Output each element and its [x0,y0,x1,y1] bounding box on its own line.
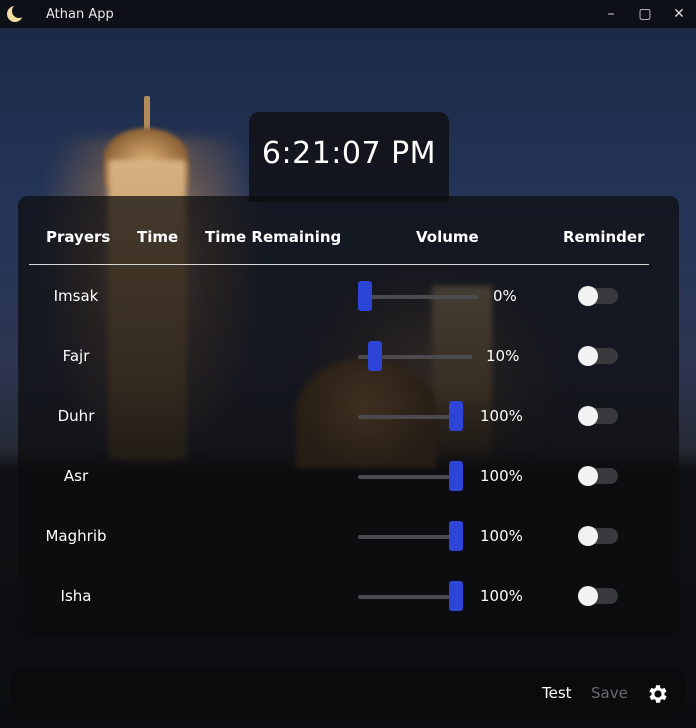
header-prayers: Prayers [46,228,111,246]
save-button[interactable]: Save [591,684,628,702]
gear-icon[interactable] [646,682,670,706]
volume-slider-thumb[interactable] [449,581,463,611]
window-controls: – ▢ ✕ [594,0,696,28]
reminder-toggle[interactable] [578,466,618,486]
prayer-name: Imsak [53,287,99,305]
footer-bar: Test Save [10,668,686,720]
header-divider [29,264,649,265]
volume-slider-thumb[interactable] [449,521,463,551]
current-time: 6:21:07 PM [261,136,437,171]
volume-percent: 0% [493,287,517,305]
clock-display: 6:21:07 PM [249,112,449,202]
close-button[interactable]: ✕ [662,0,696,28]
volume-slider-track[interactable] [358,535,463,539]
maximize-button[interactable]: ▢ [628,0,662,28]
header-reminder: Reminder [563,228,645,246]
reminder-toggle[interactable] [578,286,618,306]
volume-slider-track[interactable] [358,415,463,419]
volume-slider-track[interactable] [358,475,463,479]
volume-percent: 100% [480,467,523,485]
volume-slider-track[interactable] [358,595,463,599]
reminder-toggle[interactable] [578,586,618,606]
volume-slider-track[interactable] [358,295,478,299]
prayer-row: Imsak 0% [18,276,679,316]
volume-slider-thumb[interactable] [449,461,463,491]
prayer-row: Maghrib 100% [18,516,679,556]
crescent-moon-icon [6,4,26,23]
window-title: Athan App [46,6,114,22]
prayer-row: Asr 100% [18,456,679,496]
reminder-toggle[interactable] [578,406,618,426]
toggle-knob [578,526,598,546]
volume-slider-thumb[interactable] [358,281,372,311]
toggle-knob [578,346,598,366]
prayer-name: Isha [60,587,92,605]
prayer-row: Fajr 10% [18,336,679,376]
minimize-button[interactable]: – [594,0,628,28]
toggle-knob [578,466,598,486]
test-button[interactable]: Test [542,684,572,702]
prayer-name: Maghrib [45,527,107,545]
reminder-toggle[interactable] [578,346,618,366]
title-bar: Athan App – ▢ ✕ [0,0,696,28]
volume-slider-thumb[interactable] [368,341,382,371]
volume-percent: 100% [480,587,523,605]
toggle-knob [578,586,598,606]
prayer-name: Fajr [62,347,90,365]
prayer-table: Prayers Time Time Remaining Volume Remin… [18,196,679,636]
prayer-name: Duhr [57,407,95,425]
volume-percent: 100% [480,407,523,425]
toggle-knob [578,286,598,306]
prayer-row: Duhr 100% [18,396,679,436]
header-volume: Volume [416,228,479,246]
volume-percent: 10% [486,347,520,365]
volume-slider-thumb[interactable] [449,401,463,431]
reminder-toggle[interactable] [578,526,618,546]
prayer-name: Asr [63,467,89,485]
volume-percent: 100% [480,527,523,545]
prayer-row: Isha 100% [18,576,679,616]
toggle-knob [578,406,598,426]
header-time: Time [137,228,179,246]
header-time-remaining: Time Remaining [205,228,342,246]
